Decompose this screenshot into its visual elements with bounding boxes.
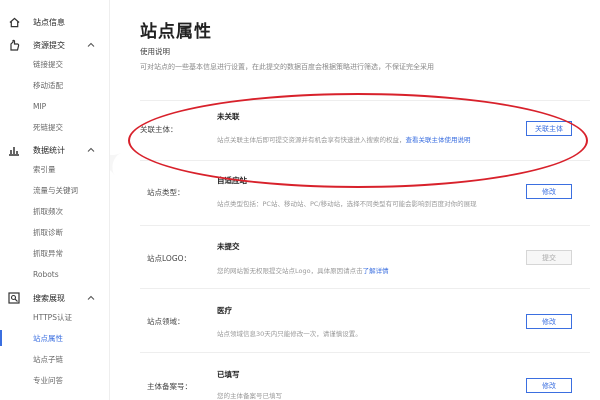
sidebar-item-label: 死链提交: [33, 122, 63, 132]
row-value-site-domain: 医疗: [217, 306, 232, 315]
row-label-filing-number: 主体备案号：: [147, 382, 192, 391]
home-icon: [8, 16, 20, 28]
sidebar-item-label: 站点子链: [33, 354, 63, 364]
sidebar-item-crawl-diagnosis[interactable]: 抓取诊断: [0, 222, 110, 242]
sidebar-item-label: 站点属性: [33, 333, 63, 343]
sidebar-item-label: Robots: [33, 269, 59, 279]
sidebar-group-search-display[interactable]: 搜索展现: [0, 288, 110, 308]
sidebar-item-label: HTTPS认证: [33, 312, 72, 322]
edit-site-type-button[interactable]: 修改: [526, 184, 572, 199]
edit-filing-number-button[interactable]: 修改: [526, 378, 572, 393]
row-label-site-domain: 站点领域：: [147, 317, 185, 326]
sidebar-item-label: MIP: [33, 101, 47, 111]
page-title: 站点属性: [140, 22, 212, 42]
row-desc-site-domain: 站点领域信息30天内只能修改一次，请谨慎设置。: [217, 330, 362, 338]
row-desc-site-logo: 您的网站暂无权限提交站点Logo，具体原因请点击了解详情: [217, 267, 389, 275]
sidebar-item-robots[interactable]: Robots: [0, 264, 110, 284]
sidebar: 站点信息 资源提交 链接提交 移动适配 MIP 死链提交 数据统计 索引量 流量…: [0, 0, 110, 400]
hand-icon: [8, 39, 20, 51]
sidebar-item-label: 链接提交: [33, 59, 63, 69]
usage-title: 使用说明: [140, 47, 170, 56]
row-label-site-type: 站点类型：: [147, 188, 185, 197]
divider: [140, 288, 590, 289]
divider: [140, 225, 590, 226]
search-display-icon: [8, 292, 20, 304]
sidebar-item-professional-qa[interactable]: 专业问答: [0, 370, 110, 390]
divider: [140, 352, 590, 353]
main-content: 站点属性 使用说明 可对站点的一些基本信息进行设置，在此提交的数据百度会根据策略…: [110, 0, 600, 400]
chevron-up-icon: [87, 294, 95, 302]
row-value-site-logo: 未提交: [217, 242, 240, 251]
sidebar-item-label: 移动适配: [33, 80, 63, 90]
row-desc-site-type: 站点类型包括：PC站、移动站、PC/移动站，选择不同类型有可能会影响到百度对你的…: [217, 200, 477, 208]
sidebar-item-mobile-adapt[interactable]: 移动适配: [0, 75, 110, 95]
sidebar-item-crawl-frequency[interactable]: 抓取频次: [0, 201, 110, 221]
sidebar-item-link-submit[interactable]: 链接提交: [0, 54, 110, 74]
usage-description: 可对站点的一些基本信息进行设置，在此提交的数据百度会根据策略进行筛选，不保证完全…: [140, 63, 434, 71]
sidebar-item-dead-link[interactable]: 死链提交: [0, 117, 110, 137]
group-label: 资源提交: [33, 40, 65, 50]
row-desc-filing-number: 您的主体备案号已填写: [217, 392, 282, 400]
sidebar-site-info[interactable]: 站点信息: [0, 12, 110, 32]
sidebar-item-label: 专业问答: [33, 375, 63, 385]
divider: [140, 160, 590, 161]
submit-logo-button[interactable]: 提交: [526, 250, 572, 265]
sidebar-item-crawl-errors[interactable]: 抓取异常: [0, 243, 110, 263]
group-label: 数据统计: [33, 145, 65, 155]
row-label-associated-entity: 关联主体：: [140, 125, 178, 134]
chevron-up-icon: [87, 41, 95, 49]
learn-more-link[interactable]: 了解详情: [363, 267, 389, 275]
sidebar-item-mip[interactable]: MIP: [0, 96, 110, 116]
entity-usage-link[interactable]: 查看关联主体使用说明: [406, 136, 471, 144]
sidebar-item-label: 抓取诊断: [33, 227, 63, 237]
sidebar-group-resource-submit[interactable]: 资源提交: [0, 35, 110, 55]
sidebar-item-label: 抓取频次: [33, 206, 63, 216]
sidebar-item-sitelinks[interactable]: 站点子链: [0, 349, 110, 369]
sidebar-item-https[interactable]: HTTPS认证: [0, 307, 110, 327]
chart-icon: [8, 144, 20, 156]
sidebar-group-data-stats[interactable]: 数据统计: [0, 140, 110, 160]
row-label-site-logo: 站点LOGO：: [147, 254, 192, 263]
sidebar-item-traffic-keywords[interactable]: 流量与关键词: [0, 180, 110, 200]
associate-entity-button[interactable]: 关联主体: [526, 121, 572, 136]
row-value-site-type: 自适应站: [217, 176, 247, 185]
sidebar-item-label: 索引量: [33, 164, 56, 174]
sidebar-item-index[interactable]: 索引量: [0, 159, 110, 179]
divider: [140, 100, 590, 101]
group-label: 搜索展现: [33, 293, 65, 303]
chevron-up-icon: [87, 146, 95, 154]
sidebar-item-label: 抓取异常: [33, 248, 63, 258]
sidebar-item-site-attributes[interactable]: 站点属性: [0, 328, 110, 348]
row-desc-associated-entity: 站点关联主体后即可提交资源并有机会享有快速进入搜索的权益，查看关联主体使用说明: [217, 136, 471, 144]
sidebar-item-label: 流量与关键词: [33, 185, 78, 195]
sidebar-site-info-label: 站点信息: [33, 17, 65, 27]
row-value-filing-number: 已填写: [217, 370, 240, 379]
edit-site-domain-button[interactable]: 修改: [526, 314, 572, 329]
row-value-associated-entity: 未关联: [217, 112, 240, 121]
